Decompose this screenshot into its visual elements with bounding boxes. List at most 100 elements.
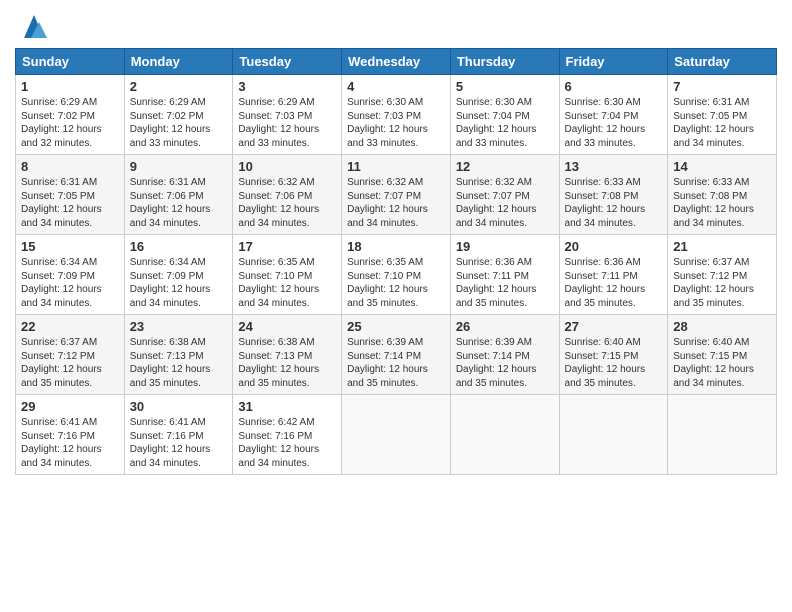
calendar-cell: 21 Sunrise: 6:37 AMSunset: 7:12 PMDaylig… [668, 235, 777, 315]
day-info: Sunrise: 6:35 AMSunset: 7:10 PMDaylight:… [238, 257, 319, 309]
day-info: Sunrise: 6:37 AMSunset: 7:12 PMDaylight:… [673, 257, 754, 309]
day-number: 16 [130, 239, 228, 254]
day-number: 15 [21, 239, 119, 254]
day-number: 18 [347, 239, 445, 254]
day-number: 31 [238, 399, 336, 414]
day-number: 3 [238, 79, 336, 94]
day-number: 6 [565, 79, 663, 94]
calendar-cell: 3 Sunrise: 6:29 AMSunset: 7:03 PMDayligh… [233, 75, 342, 155]
day-info: Sunrise: 6:35 AMSunset: 7:10 PMDaylight:… [347, 257, 428, 309]
calendar-cell: 14 Sunrise: 6:33 AMSunset: 7:08 PMDaylig… [668, 155, 777, 235]
day-number: 9 [130, 159, 228, 174]
calendar-cell: 19 Sunrise: 6:36 AMSunset: 7:11 PMDaylig… [450, 235, 559, 315]
day-info: Sunrise: 6:38 AMSunset: 7:13 PMDaylight:… [130, 337, 211, 389]
day-number: 29 [21, 399, 119, 414]
day-number: 24 [238, 319, 336, 334]
calendar-cell [559, 395, 668, 475]
day-number: 21 [673, 239, 771, 254]
col-header-monday: Monday [124, 49, 233, 75]
day-number: 1 [21, 79, 119, 94]
day-info: Sunrise: 6:32 AMSunset: 7:07 PMDaylight:… [347, 177, 428, 229]
calendar-cell: 12 Sunrise: 6:32 AMSunset: 7:07 PMDaylig… [450, 155, 559, 235]
calendar-cell: 26 Sunrise: 6:39 AMSunset: 7:14 PMDaylig… [450, 315, 559, 395]
day-number: 22 [21, 319, 119, 334]
calendar-cell: 30 Sunrise: 6:41 AMSunset: 7:16 PMDaylig… [124, 395, 233, 475]
calendar-cell [450, 395, 559, 475]
calendar-cell: 10 Sunrise: 6:32 AMSunset: 7:06 PMDaylig… [233, 155, 342, 235]
day-info: Sunrise: 6:36 AMSunset: 7:11 PMDaylight:… [565, 257, 646, 309]
day-number: 8 [21, 159, 119, 174]
day-info: Sunrise: 6:31 AMSunset: 7:05 PMDaylight:… [21, 177, 102, 229]
day-number: 4 [347, 79, 445, 94]
calendar-cell [342, 395, 451, 475]
day-number: 30 [130, 399, 228, 414]
day-number: 20 [565, 239, 663, 254]
week-row-3: 15 Sunrise: 6:34 AMSunset: 7:09 PMDaylig… [16, 235, 777, 315]
col-header-sunday: Sunday [16, 49, 125, 75]
calendar-cell: 25 Sunrise: 6:39 AMSunset: 7:14 PMDaylig… [342, 315, 451, 395]
day-info: Sunrise: 6:37 AMSunset: 7:12 PMDaylight:… [21, 337, 102, 389]
day-info: Sunrise: 6:33 AMSunset: 7:08 PMDaylight:… [673, 177, 754, 229]
day-number: 26 [456, 319, 554, 334]
day-info: Sunrise: 6:29 AMSunset: 7:03 PMDaylight:… [238, 97, 319, 149]
calendar-cell [668, 395, 777, 475]
day-info: Sunrise: 6:29 AMSunset: 7:02 PMDaylight:… [130, 97, 211, 149]
calendar-table: SundayMondayTuesdayWednesdayThursdayFrid… [15, 48, 777, 475]
week-row-2: 8 Sunrise: 6:31 AMSunset: 7:05 PMDayligh… [16, 155, 777, 235]
calendar-cell: 13 Sunrise: 6:33 AMSunset: 7:08 PMDaylig… [559, 155, 668, 235]
day-number: 11 [347, 159, 445, 174]
calendar-cell: 16 Sunrise: 6:34 AMSunset: 7:09 PMDaylig… [124, 235, 233, 315]
day-number: 13 [565, 159, 663, 174]
calendar-cell: 31 Sunrise: 6:42 AMSunset: 7:16 PMDaylig… [233, 395, 342, 475]
day-info: Sunrise: 6:31 AMSunset: 7:05 PMDaylight:… [673, 97, 754, 149]
calendar-cell: 24 Sunrise: 6:38 AMSunset: 7:13 PMDaylig… [233, 315, 342, 395]
day-info: Sunrise: 6:30 AMSunset: 7:04 PMDaylight:… [565, 97, 646, 149]
day-info: Sunrise: 6:34 AMSunset: 7:09 PMDaylight:… [130, 257, 211, 309]
day-info: Sunrise: 6:41 AMSunset: 7:16 PMDaylight:… [21, 417, 102, 469]
col-header-thursday: Thursday [450, 49, 559, 75]
calendar-cell: 2 Sunrise: 6:29 AMSunset: 7:02 PMDayligh… [124, 75, 233, 155]
calendar-cell: 23 Sunrise: 6:38 AMSunset: 7:13 PMDaylig… [124, 315, 233, 395]
calendar-cell: 29 Sunrise: 6:41 AMSunset: 7:16 PMDaylig… [16, 395, 125, 475]
week-row-4: 22 Sunrise: 6:37 AMSunset: 7:12 PMDaylig… [16, 315, 777, 395]
day-info: Sunrise: 6:36 AMSunset: 7:11 PMDaylight:… [456, 257, 537, 309]
col-header-friday: Friday [559, 49, 668, 75]
calendar-cell: 4 Sunrise: 6:30 AMSunset: 7:03 PMDayligh… [342, 75, 451, 155]
day-number: 28 [673, 319, 771, 334]
day-number: 2 [130, 79, 228, 94]
calendar-cell: 7 Sunrise: 6:31 AMSunset: 7:05 PMDayligh… [668, 75, 777, 155]
calendar-cell: 15 Sunrise: 6:34 AMSunset: 7:09 PMDaylig… [16, 235, 125, 315]
calendar-cell: 6 Sunrise: 6:30 AMSunset: 7:04 PMDayligh… [559, 75, 668, 155]
week-row-5: 29 Sunrise: 6:41 AMSunset: 7:16 PMDaylig… [16, 395, 777, 475]
day-info: Sunrise: 6:31 AMSunset: 7:06 PMDaylight:… [130, 177, 211, 229]
logo [15, 10, 49, 40]
calendar-cell: 8 Sunrise: 6:31 AMSunset: 7:05 PMDayligh… [16, 155, 125, 235]
day-info: Sunrise: 6:39 AMSunset: 7:14 PMDaylight:… [456, 337, 537, 389]
day-info: Sunrise: 6:42 AMSunset: 7:16 PMDaylight:… [238, 417, 319, 469]
day-info: Sunrise: 6:38 AMSunset: 7:13 PMDaylight:… [238, 337, 319, 389]
header [15, 10, 777, 40]
day-number: 10 [238, 159, 336, 174]
week-row-1: 1 Sunrise: 6:29 AMSunset: 7:02 PMDayligh… [16, 75, 777, 155]
day-info: Sunrise: 6:32 AMSunset: 7:07 PMDaylight:… [456, 177, 537, 229]
col-header-saturday: Saturday [668, 49, 777, 75]
day-number: 12 [456, 159, 554, 174]
col-header-wednesday: Wednesday [342, 49, 451, 75]
calendar-cell: 20 Sunrise: 6:36 AMSunset: 7:11 PMDaylig… [559, 235, 668, 315]
day-info: Sunrise: 6:30 AMSunset: 7:03 PMDaylight:… [347, 97, 428, 149]
calendar-cell: 27 Sunrise: 6:40 AMSunset: 7:15 PMDaylig… [559, 315, 668, 395]
day-info: Sunrise: 6:33 AMSunset: 7:08 PMDaylight:… [565, 177, 646, 229]
day-info: Sunrise: 6:39 AMSunset: 7:14 PMDaylight:… [347, 337, 428, 389]
day-number: 7 [673, 79, 771, 94]
calendar-cell: 5 Sunrise: 6:30 AMSunset: 7:04 PMDayligh… [450, 75, 559, 155]
day-number: 25 [347, 319, 445, 334]
calendar-cell: 18 Sunrise: 6:35 AMSunset: 7:10 PMDaylig… [342, 235, 451, 315]
calendar-cell: 11 Sunrise: 6:32 AMSunset: 7:07 PMDaylig… [342, 155, 451, 235]
calendar-cell: 9 Sunrise: 6:31 AMSunset: 7:06 PMDayligh… [124, 155, 233, 235]
day-info: Sunrise: 6:40 AMSunset: 7:15 PMDaylight:… [673, 337, 754, 389]
calendar-cell: 28 Sunrise: 6:40 AMSunset: 7:15 PMDaylig… [668, 315, 777, 395]
day-info: Sunrise: 6:29 AMSunset: 7:02 PMDaylight:… [21, 97, 102, 149]
calendar-cell: 17 Sunrise: 6:35 AMSunset: 7:10 PMDaylig… [233, 235, 342, 315]
logo-icon [19, 10, 49, 40]
day-info: Sunrise: 6:34 AMSunset: 7:09 PMDaylight:… [21, 257, 102, 309]
